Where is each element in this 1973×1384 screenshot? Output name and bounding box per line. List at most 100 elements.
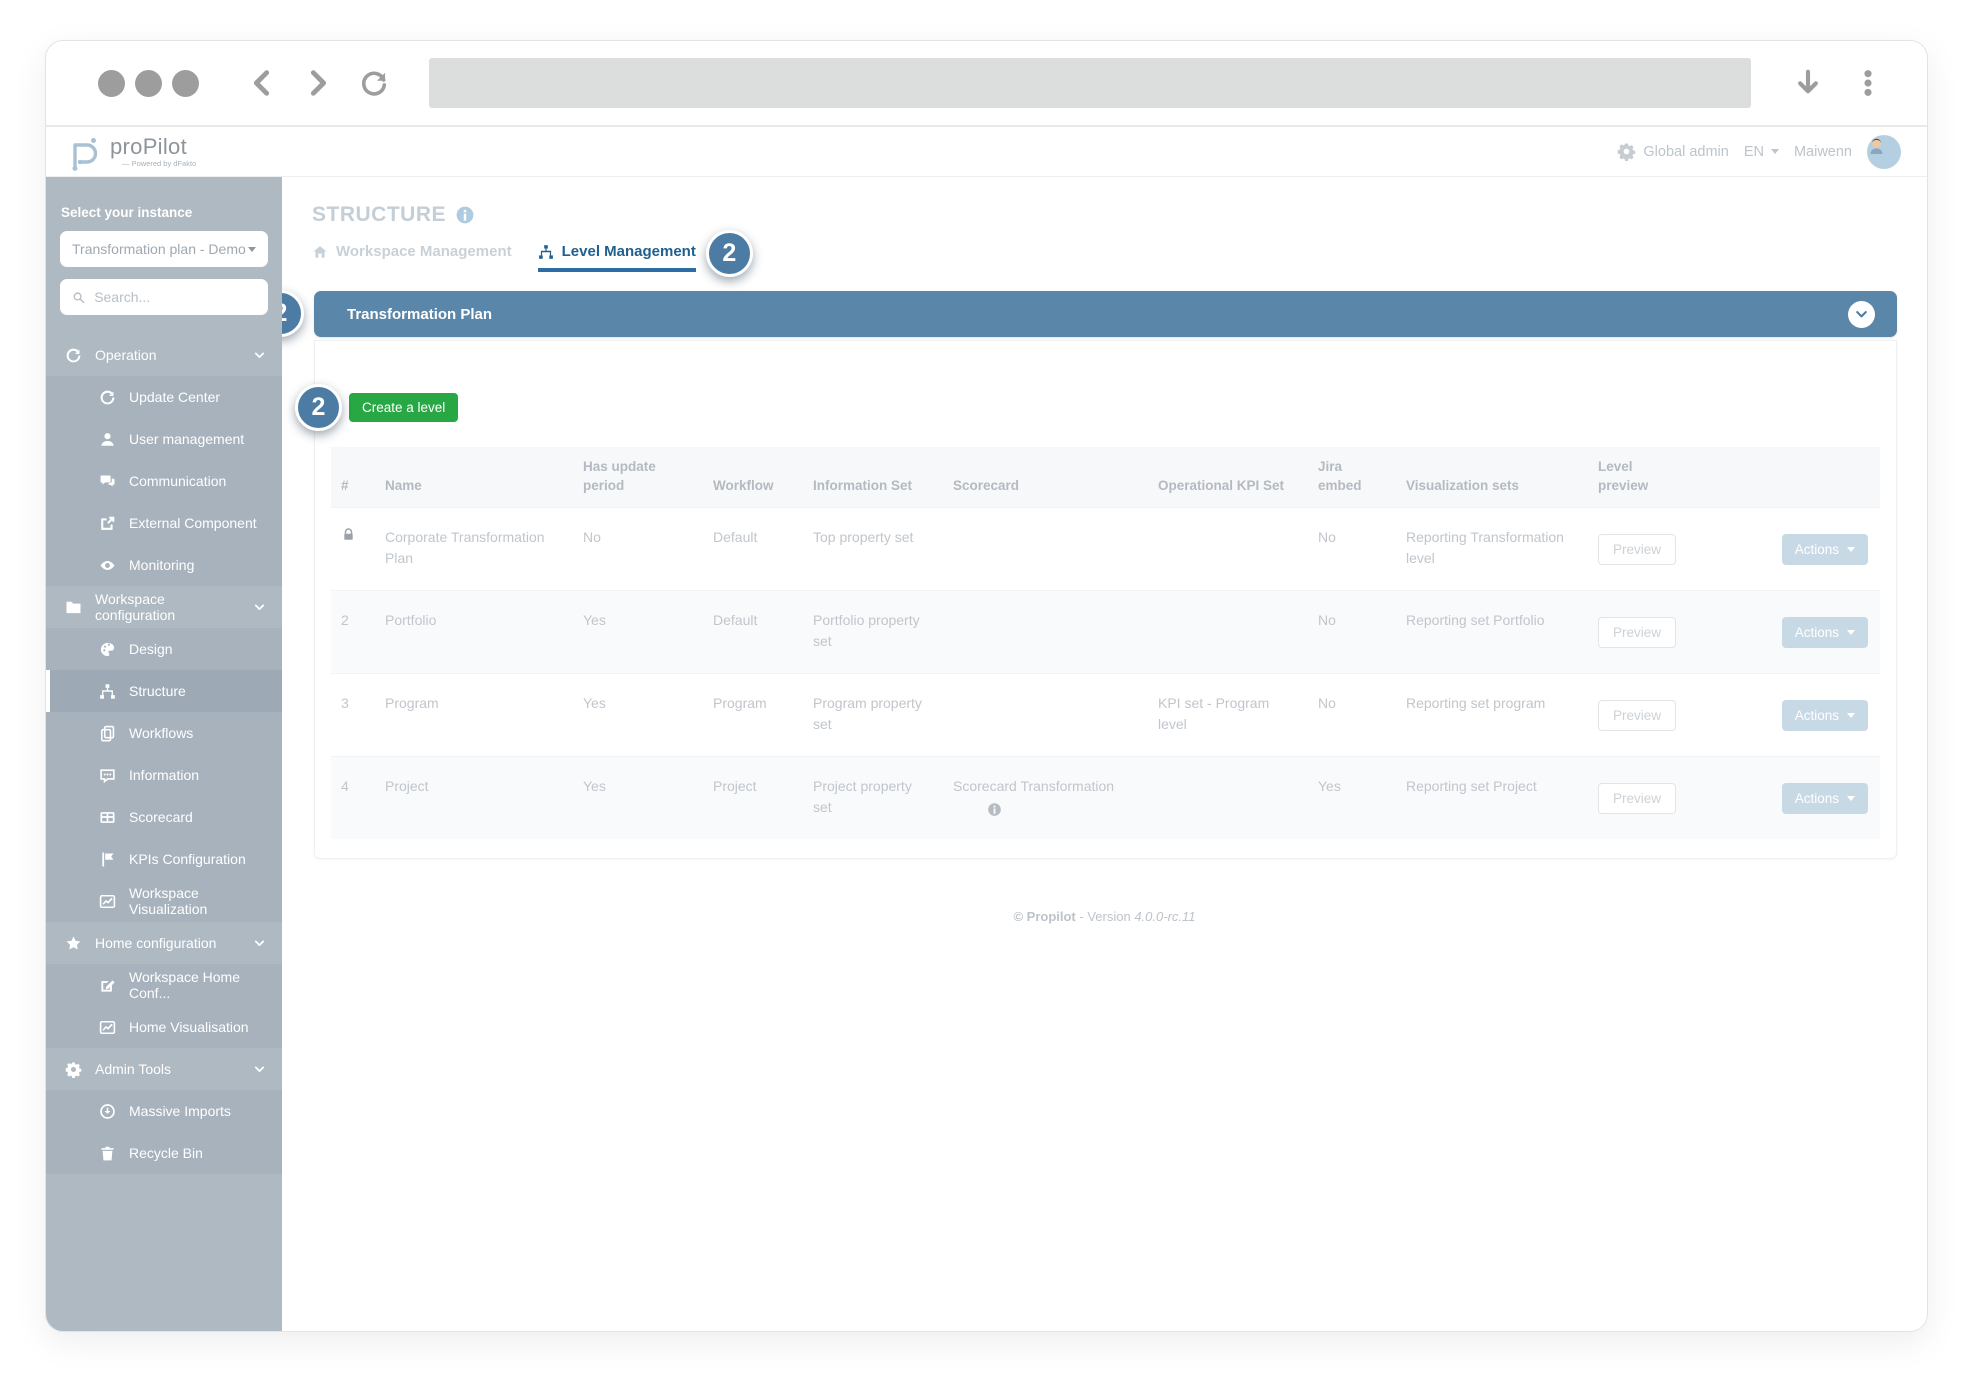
info-icon[interactable] (987, 802, 1002, 817)
download-icon[interactable] (1793, 68, 1823, 98)
download-circle-icon (99, 1103, 116, 1120)
table-row: 2 Portfolio Yes Default Portfolio proper… (331, 591, 1880, 674)
sidebar-item-structure[interactable]: Structure (46, 670, 282, 712)
cell-information-set: Top property set (803, 508, 943, 591)
window-control-dot[interactable] (135, 70, 162, 97)
kebab-menu-icon[interactable] (1853, 68, 1883, 98)
refresh-icon (65, 347, 82, 364)
actions-button[interactable]: Actions (1782, 534, 1868, 565)
avatar[interactable] (1867, 135, 1901, 169)
column-workflow: Workflow (703, 447, 803, 508)
gear-icon (1617, 142, 1636, 161)
caret-down-icon (248, 247, 256, 252)
preview-button[interactable]: Preview (1598, 617, 1676, 648)
footer-brand: © Propilot (1013, 909, 1075, 924)
global-admin-button[interactable]: Global admin (1617, 142, 1728, 161)
sidebar-item-label: Structure (129, 683, 186, 699)
chat-icon (99, 473, 116, 490)
sidebar-item-scorecard[interactable]: Scorecard (46, 796, 282, 838)
export-icon (99, 515, 116, 532)
cell-visualization-sets: Reporting Transformation level (1396, 508, 1588, 591)
sidebar-item-home-visualisation[interactable]: Home Visualisation (46, 1006, 282, 1048)
sidebar-item-label: Design (129, 641, 173, 657)
sidebar-item-label: User management (129, 431, 244, 447)
preview-button[interactable]: Preview (1598, 783, 1676, 814)
transformation-plan-header[interactable]: 2 Transformation Plan (314, 291, 1897, 337)
app-logo[interactable]: proPilot — Powered by dFakto (62, 132, 196, 172)
search-input[interactable] (94, 289, 256, 305)
browser-window: proPilot — Powered by dFakto Global admi… (45, 40, 1928, 1332)
actions-button[interactable]: Actions (1782, 783, 1868, 814)
sidebar-item-update-center[interactable]: Update Center (46, 376, 282, 418)
instance-select-value: Transformation plan - Demo (72, 241, 248, 257)
sidebar-item-user-management[interactable]: User management (46, 418, 282, 460)
cell-operational-kpi-set (1148, 591, 1308, 674)
search-icon (72, 290, 85, 305)
cell-workflow: Default (703, 508, 803, 591)
cell-num: 3 (331, 674, 375, 757)
sidebar-item-label: Information (129, 767, 199, 783)
forward-icon[interactable] (303, 68, 333, 98)
tab-bar: Workspace Management Level Management 2 (312, 243, 1897, 272)
sidebar-item-workspace-home-conf[interactable]: Workspace Home Conf... (46, 964, 282, 1006)
cell-jira-embed: Yes (1308, 757, 1396, 840)
sidebar-item-information[interactable]: Information (46, 754, 282, 796)
footer-version-label: - Version (1079, 909, 1130, 924)
table-header-row: # Name Has update period Workflow Inform… (331, 447, 1880, 508)
window-control-dot[interactable] (98, 70, 125, 97)
collapse-toggle[interactable] (1848, 301, 1875, 328)
back-icon[interactable] (247, 68, 277, 98)
sidebar-section-workspace-configuration[interactable]: Workspace configuration (46, 586, 282, 628)
cell-name: Portfolio (375, 591, 573, 674)
page-title: STRUCTURE (312, 203, 446, 227)
app-header: proPilot — Powered by dFakto Global admi… (46, 127, 1927, 177)
tab-workspace-management[interactable]: Workspace Management (312, 243, 512, 272)
sidebar-section-home-configuration[interactable]: Home configuration (46, 922, 282, 964)
cell-num: 4 (331, 757, 375, 840)
language-dropdown[interactable]: EN (1744, 144, 1779, 160)
sidebar-item-label: Scorecard (129, 809, 193, 825)
actions-button[interactable]: Actions (1782, 700, 1868, 731)
sidebar-item-massive-imports[interactable]: Massive Imports (46, 1090, 282, 1132)
create-level-button[interactable]: Create a level (349, 393, 458, 422)
reload-icon[interactable] (359, 68, 389, 98)
window-control-dot[interactable] (172, 70, 199, 97)
preview-button[interactable]: Preview (1598, 700, 1676, 731)
sitemap-icon (538, 244, 554, 260)
refresh-icon (99, 389, 116, 406)
table-row: 4 Project Yes Project Project property s… (331, 757, 1880, 840)
info-icon[interactable] (455, 205, 475, 225)
user-name[interactable]: Maiwenn (1794, 144, 1852, 160)
sidebar-item-workspace-visualization[interactable]: Workspace Visualization (46, 880, 282, 922)
sidebar-item-monitoring[interactable]: Monitoring (46, 544, 282, 586)
comment-icon (99, 767, 116, 784)
sidebar-item-label: Monitoring (129, 557, 194, 573)
chevron-down-icon (1854, 307, 1869, 322)
brand-tagline: — Powered by dFakto (110, 160, 196, 168)
address-bar[interactable] (429, 58, 1751, 108)
cell-has-update-period: No (573, 508, 703, 591)
caret-down-icon (1771, 149, 1779, 154)
sidebar-item-workflows[interactable]: Workflows (46, 712, 282, 754)
sidebar-item-recycle-bin[interactable]: Recycle Bin (46, 1132, 282, 1174)
cell-visualization-sets: Reporting set Portfolio (1396, 591, 1588, 674)
sidebar-item-communication[interactable]: Communication (46, 460, 282, 502)
gear-icon (65, 1061, 82, 1078)
actions-button[interactable]: Actions (1782, 617, 1868, 648)
propilot-logo-icon (62, 132, 102, 172)
preview-button[interactable]: Preview (1598, 534, 1676, 565)
sidebar-section-admin-tools[interactable]: Admin Tools (46, 1048, 282, 1090)
sidebar-item-kpis-configuration[interactable]: KPIs Configuration (46, 838, 282, 880)
cell-scorecard: Scorecard Transformation (943, 757, 1148, 840)
instance-select[interactable]: Transformation plan - Demo (60, 231, 268, 267)
chevron-down-icon (253, 937, 266, 950)
tab-level-management[interactable]: Level Management 2 (538, 243, 696, 272)
sidebar-item-label: KPIs Configuration (129, 851, 246, 867)
sidebar-section-operation[interactable]: Operation (46, 334, 282, 376)
sidebar-section-label: Workspace configuration (95, 591, 240, 623)
column-visualization-sets: Visualization sets (1396, 447, 1588, 508)
sidebar-item-design[interactable]: Design (46, 628, 282, 670)
sidebar-item-external-component[interactable]: External Component (46, 502, 282, 544)
column-has-update-period: Has update period (573, 447, 703, 508)
cell-has-update-period: Yes (573, 591, 703, 674)
